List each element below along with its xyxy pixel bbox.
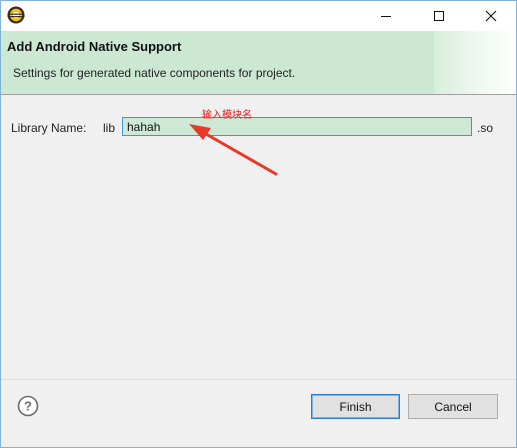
page-title: Add Android Native Support — [7, 39, 182, 54]
footer-divider — [1, 379, 516, 380]
minimize-button[interactable] — [363, 1, 409, 31]
minimize-icon — [381, 16, 391, 17]
header-divider — [1, 94, 516, 95]
svg-text:?: ? — [24, 399, 32, 414]
library-name-label: Library Name: — [11, 121, 87, 135]
header-banner: Add Android Native Support Settings for … — [1, 31, 434, 94]
annotation-arrow — [189, 124, 278, 176]
library-name-input[interactable] — [122, 117, 472, 136]
finish-button[interactable]: Finish — [311, 394, 400, 419]
title-bar[interactable] — [1, 1, 516, 31]
cancel-button[interactable]: Cancel — [408, 394, 498, 419]
maximize-button[interactable] — [416, 1, 462, 31]
page-description: Settings for generated native components… — [13, 66, 296, 80]
library-prefix: lib — [103, 121, 116, 135]
close-icon — [485, 10, 497, 22]
eclipse-icon — [7, 6, 25, 24]
dialog-window: Add Android Native Support Settings for … — [0, 0, 517, 448]
maximize-icon — [434, 11, 444, 21]
close-button[interactable] — [468, 1, 514, 31]
library-suffix: .so — [477, 121, 494, 135]
help-icon[interactable]: ? — [17, 395, 39, 417]
banner-gradient — [434, 31, 516, 94]
